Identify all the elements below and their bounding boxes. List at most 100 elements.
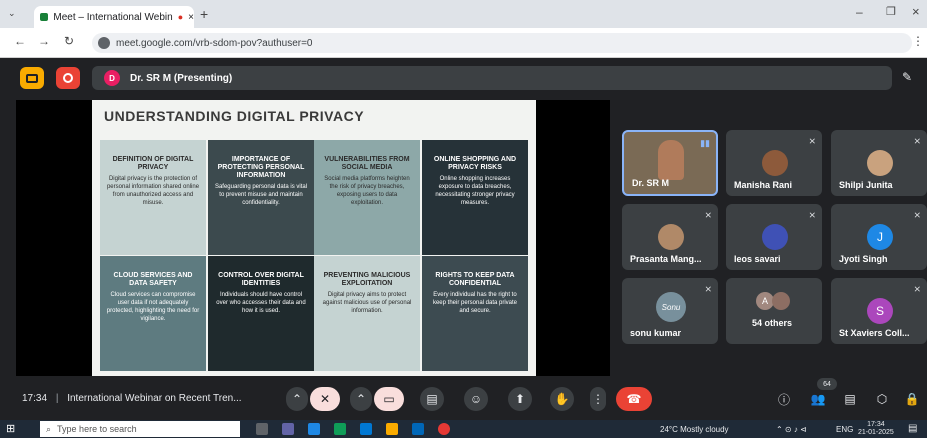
file-explorer-icon[interactable] (386, 423, 398, 435)
participant-name: Shilpi Junita (839, 180, 893, 190)
avatar (772, 292, 790, 310)
new-tab-icon[interactable]: + (200, 6, 208, 22)
cell-heading: CONTROL OVER DIGITAL IDENTITIES (218, 272, 304, 287)
taskbar-search-box[interactable]: ⌕ Type here to search (40, 421, 240, 437)
back-icon[interactable]: ← (14, 34, 26, 48)
audio-options-chevron-icon[interactable]: ⌃ (286, 387, 308, 411)
participant-tile[interactable]: ⨯ J Jyoti Singh (831, 204, 927, 270)
mic-off-icon: ⨯ (913, 284, 921, 294)
browser-tab[interactable]: Meet – International Webin ● × (34, 6, 194, 28)
mail-icon[interactable] (412, 423, 424, 435)
present-button[interactable]: ⬆ (508, 387, 532, 411)
presenter-banner: D Dr. SR M (Presenting) (92, 66, 892, 90)
end-call-button[interactable]: ☎ (616, 387, 652, 411)
presenter-avatar: D (104, 70, 120, 86)
cell-heading: CLOUD SERVICES AND DATA SAFETY (113, 272, 193, 287)
participant-tile[interactable]: ▮▮ Dr. SR M (622, 130, 718, 196)
avatar (658, 224, 684, 250)
participant-tile[interactable]: ⨯ Sonu sonu kumar (622, 278, 718, 344)
recording-dot-icon: ● (177, 12, 184, 22)
video-options-chevron-icon[interactable]: ⌃ (350, 387, 372, 411)
minimize-icon[interactable]: – (856, 5, 863, 19)
window-close-icon[interactable]: × (912, 4, 920, 19)
forward-icon[interactable]: → (38, 34, 50, 48)
omnibox[interactable]: meet.google.com/vrb-sdom-pov?authuser=0 (92, 33, 912, 53)
slide-cell: RIGHTS TO KEEP DATA CONFIDENTIAL Every i… (422, 256, 528, 371)
task-view-icon[interactable] (256, 423, 268, 435)
participant-name: Manisha Rani (734, 180, 793, 190)
meeting-title: International Webinar on Recent Tren... (67, 393, 242, 404)
slide-cell: IMPORTANCE OF PROTECTING PERSONAL INFORM… (208, 140, 314, 255)
presenter-label: Dr. SR M (Presenting) (130, 72, 233, 84)
reload-icon[interactable]: ↻ (64, 34, 74, 48)
teams-icon[interactable] (282, 423, 294, 435)
speaking-icon: ▮▮ (700, 138, 710, 148)
tab-title: Meet – International Webin (53, 11, 173, 23)
chat-icon[interactable]: ▤ (838, 387, 862, 411)
cell-heading: VULNERABILITIES FROM SOCIAL MEDIA (324, 156, 410, 171)
activities-icon[interactable]: ⬡ (870, 387, 894, 411)
captions-button[interactable]: ▤ (420, 387, 444, 411)
slide-cell: PREVENTING MALICIOUS EXPLOITATION Digita… (314, 256, 420, 371)
outlook-icon[interactable] (360, 423, 372, 435)
cell-body: Digital privacy aims to protect against … (322, 292, 412, 314)
participant-tile[interactable]: ⨯ Prasanta Mang... (622, 204, 718, 270)
cell-body: Online shopping increases exposure to da… (435, 176, 515, 206)
clock-date: 21-01-2025 (858, 429, 894, 436)
recording-indicator-icon[interactable] (56, 67, 80, 89)
meeting-info: 17:34 | International Webinar on Recent … (22, 393, 242, 404)
raise-hand-button[interactable]: ✋ (550, 387, 574, 411)
slide-cell: CONTROL OVER DIGITAL IDENTITIES Individu… (208, 256, 314, 371)
present-to-everyone-icon[interactable] (20, 67, 44, 89)
mic-off-icon: ⨯ (808, 210, 816, 220)
maximize-icon[interactable]: ❐ (886, 5, 896, 18)
browser-tabstrip: ⌄ Meet – International Webin ● × + – ❐ × (0, 0, 927, 28)
meeting-time: 17:34 (22, 393, 48, 404)
participant-name: Jyoti Singh (839, 254, 888, 264)
notification-icon[interactable]: ▤ (908, 423, 917, 434)
participant-tile[interactable]: A 54 others (726, 278, 822, 344)
windows-start-icon[interactable]: ⊞ (6, 423, 18, 435)
host-controls-icon[interactable]: 🔒 (900, 387, 924, 411)
people-icon[interactable]: 👥 (806, 387, 830, 411)
layout-pin-icon[interactable]: ✎ (902, 70, 912, 84)
mic-off-icon: ⨯ (808, 136, 816, 146)
participant-name: Prasanta Mang... (630, 254, 702, 264)
cell-body: Individuals should have control over who… (216, 292, 306, 314)
meet-favicon-icon (40, 13, 49, 21)
tab-close-icon[interactable]: × (188, 12, 194, 23)
slide-title: UNDERSTANDING DIGITAL PRIVACY (104, 108, 365, 124)
cell-body: Every individual has the right to keep t… (432, 292, 518, 314)
participant-name: 54 others (752, 318, 793, 328)
avatar: S (867, 298, 893, 324)
weather-widget[interactable]: 24°C Mostly cloudy (660, 425, 729, 434)
cell-body: Social media platforms heighten the risk… (324, 176, 410, 206)
mic-off-icon: ⨯ (704, 210, 712, 220)
search-placeholder: Type here to search (57, 424, 137, 434)
avatar (762, 224, 788, 250)
clock-time: 17:34 (867, 421, 885, 428)
language-indicator[interactable]: ENG (836, 425, 853, 434)
edge-icon[interactable] (334, 423, 346, 435)
participant-tile[interactable]: ⨯ leos savari (726, 204, 822, 270)
participant-tile[interactable]: ⨯ Manisha Rani (726, 130, 822, 196)
meeting-details-icon[interactable]: ⓘ (772, 387, 796, 411)
taskbar-clock[interactable]: 17:34 21-01-2025 (858, 421, 894, 437)
site-info-icon[interactable] (98, 37, 110, 49)
participant-name: sonu kumar (630, 328, 682, 338)
mic-off-button[interactable]: ✕ (310, 387, 340, 411)
chrome-icon[interactable] (438, 423, 450, 435)
participant-video (658, 140, 684, 180)
cell-heading: RIGHTS TO KEEP DATA CONFIDENTIAL (435, 272, 515, 287)
url-text: meet.google.com/vrb-sdom-pov?authuser=0 (116, 37, 313, 49)
tray-icons[interactable]: ⌃ ⊙ ♪ ⊲ (776, 425, 807, 434)
participant-tile[interactable]: ⨯ Shilpi Junita (831, 130, 927, 196)
tab-search-icon[interactable]: ⌄ (8, 8, 16, 19)
app-icon[interactable] (308, 423, 320, 435)
participant-tile[interactable]: ⨯ S St Xaviers Coll... (831, 278, 927, 344)
avatar (867, 150, 893, 176)
browser-menu-icon[interactable]: ⋮ (912, 34, 924, 48)
more-options-button[interactable]: ⋮ (590, 387, 606, 411)
camera-off-button[interactable]: ▭ (374, 387, 404, 411)
emoji-button[interactable]: ☺ (464, 387, 488, 411)
